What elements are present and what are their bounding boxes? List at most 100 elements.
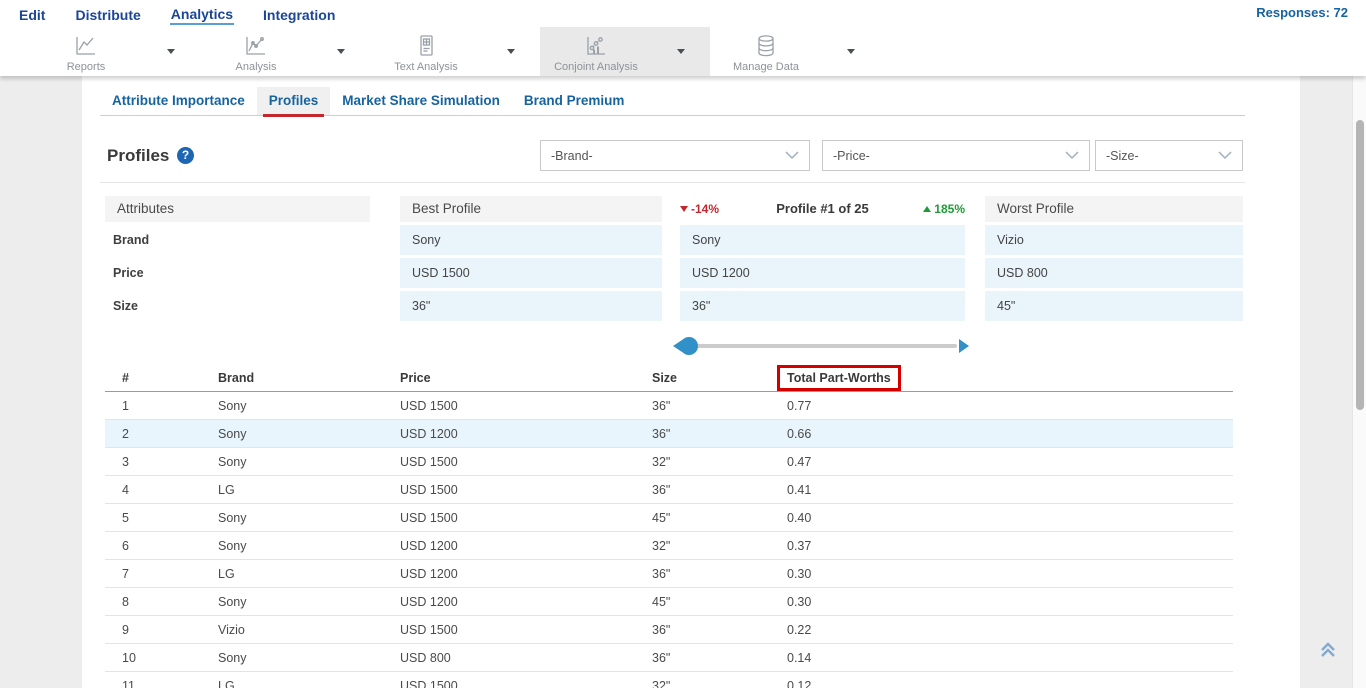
toolbar-item-conjoint-analysis[interactable]: Conjoint Analysis — [540, 27, 652, 76]
table-row[interactable]: 7LGUSD 120036"0.30 — [105, 560, 1233, 588]
table-cell: 0.66 — [787, 427, 1233, 441]
current-profile-header: -14% Profile #1 of 25 185% — [680, 196, 965, 222]
table-cell: 0.47 — [787, 455, 1233, 469]
brand-filter-dropdown[interactable]: -Brand- — [540, 140, 810, 171]
table-cell: 2 — [122, 427, 218, 441]
table-row[interactable]: 8SonyUSD 120045"0.30 — [105, 588, 1233, 616]
toolbar-group-text-analysis: Text Analysis — [370, 27, 540, 76]
table-cell: 1 — [122, 399, 218, 413]
table-cell: LG — [218, 567, 400, 581]
toolbar-item-label: Reports — [67, 61, 106, 73]
profile-slider — [680, 331, 965, 361]
toolbar-dropdown-conjoint-analysis[interactable] — [652, 27, 710, 76]
slider-next-arrow-icon[interactable] — [959, 339, 969, 353]
attribute-label: Size — [105, 291, 370, 321]
top-nav-items: Edit Distribute Analytics Integration — [0, 3, 336, 25]
table-cell: Sony — [218, 595, 400, 609]
table-cell: Sony — [218, 399, 400, 413]
table-row[interactable]: 2SonyUSD 120036"0.66 — [105, 420, 1233, 448]
database-icon — [753, 33, 779, 59]
column-header-price: Price — [400, 371, 652, 385]
table-cell: USD 1500 — [400, 483, 652, 497]
toolbar-item-manage-data[interactable]: Manage Data — [710, 27, 822, 76]
toolbar-item-reports[interactable]: Reports — [30, 27, 142, 76]
table-row[interactable]: 5SonyUSD 150045"0.40 — [105, 504, 1233, 532]
responses-count: Responses: 72 — [1256, 5, 1348, 20]
brand-filter-value: -Brand- — [551, 149, 785, 163]
current-profile-column: -14% Profile #1 of 25 185% SonyUSD 12003… — [680, 196, 965, 321]
column-header-size: Size — [652, 371, 787, 385]
attribute-label: Brand — [105, 225, 370, 255]
table-row[interactable]: 1SonyUSD 150036"0.77 — [105, 392, 1233, 420]
toolbar-dropdown-reports[interactable] — [142, 27, 200, 76]
table-header-row: #BrandPriceSizeTotal Part-Worths — [105, 364, 1233, 392]
toolbar-group-manage-data: Manage Data — [710, 27, 880, 76]
caret-down-icon — [337, 49, 345, 54]
reports-chart-icon — [73, 33, 99, 59]
part-worths-table: #BrandPriceSizeTotal Part-Worths1SonyUSD… — [105, 364, 1233, 688]
caret-down-icon — [507, 49, 515, 54]
caret-down-icon — [847, 49, 855, 54]
column-header--: # — [122, 371, 218, 385]
toolbar-item-text-analysis[interactable]: Text Analysis — [370, 27, 482, 76]
tab-market-share-simulation[interactable]: Market Share Simulation — [330, 87, 512, 115]
table-cell: 45" — [652, 595, 787, 609]
slider-handle[interactable] — [680, 337, 698, 355]
vertical-scrollbar — [1352, 0, 1366, 688]
toolbar-dropdown-analysis[interactable] — [312, 27, 370, 76]
table-cell: 8 — [122, 595, 218, 609]
toolbar-item-label: Analysis — [236, 61, 277, 73]
slider-track[interactable] — [689, 344, 957, 348]
table-row[interactable]: 6SonyUSD 120032"0.37 — [105, 532, 1233, 560]
nav-item-edit[interactable]: Edit — [18, 4, 46, 24]
current-profile-title: Profile #1 of 25 — [680, 196, 965, 222]
price-filter-dropdown[interactable]: -Price- — [822, 140, 1090, 171]
annotation-box: Total Part-Worths — [777, 365, 901, 391]
nav-item-integration[interactable]: Integration — [262, 4, 336, 24]
nav-item-distribute[interactable]: Distribute — [74, 4, 141, 24]
toolbar-dropdown-text-analysis[interactable] — [482, 27, 540, 76]
best-profile-value: USD 1500 — [400, 258, 662, 288]
chevron-down-icon — [1218, 151, 1232, 160]
toolbar-group-conjoint-analysis: Conjoint Analysis — [540, 27, 710, 76]
table-cell: 10 — [122, 651, 218, 665]
size-filter-dropdown[interactable]: -Size- — [1095, 140, 1243, 171]
nav-item-analytics[interactable]: Analytics — [170, 3, 234, 25]
best-profile-value: Sony — [400, 225, 662, 255]
analysis-chart-icon — [243, 33, 269, 59]
table-cell: 36" — [652, 651, 787, 665]
attributes-header: Attributes — [105, 196, 370, 222]
table-cell: Sony — [218, 511, 400, 525]
worst-profile-value: USD 800 — [985, 258, 1243, 288]
scrollbar-thumb[interactable] — [1356, 120, 1364, 410]
table-cell: 6 — [122, 539, 218, 553]
table-cell: 32" — [652, 679, 787, 688]
table-cell: LG — [218, 679, 400, 688]
table-cell: 0.22 — [787, 623, 1233, 637]
table-cell: 36" — [652, 399, 787, 413]
table-cell: 32" — [652, 539, 787, 553]
table-row[interactable]: 9VizioUSD 150036"0.22 — [105, 616, 1233, 644]
toolbar-item-label: Conjoint Analysis — [554, 61, 638, 73]
toolbar-item-analysis[interactable]: Analysis — [200, 27, 312, 76]
table-row[interactable]: 10SonyUSD 80036"0.14 — [105, 644, 1233, 672]
scroll-to-top-button[interactable] — [1314, 636, 1342, 664]
table-row[interactable]: 4LGUSD 150036"0.41 — [105, 476, 1233, 504]
caret-down-icon — [677, 49, 685, 54]
table-row[interactable]: 11LGUSD 150032"0.12 — [105, 672, 1233, 688]
toolbar-group-analysis: Analysis — [200, 27, 370, 76]
toolbar-dropdown-manage-data[interactable] — [822, 27, 880, 76]
column-header-total-part-worths: Total Part-Worths — [787, 365, 1233, 391]
page-title: Profiles — [107, 146, 169, 166]
analytics-toolbar: Reports Analysis Text Analysis Conjoint Ana… — [0, 27, 1366, 76]
tab-profiles[interactable]: Profiles — [257, 87, 331, 115]
toolbar-item-label: Manage Data — [733, 61, 799, 73]
table-cell: 0.30 — [787, 567, 1233, 581]
table-cell: USD 1200 — [400, 539, 652, 553]
tab-attribute-importance[interactable]: Attribute Importance — [100, 87, 257, 115]
help-icon[interactable]: ? — [177, 147, 194, 164]
tab-brand-premium[interactable]: Brand Premium — [512, 87, 637, 115]
attribute-label: Price — [105, 258, 370, 288]
table-row[interactable]: 3SonyUSD 150032"0.47 — [105, 448, 1233, 476]
table-cell: USD 1200 — [400, 567, 652, 581]
